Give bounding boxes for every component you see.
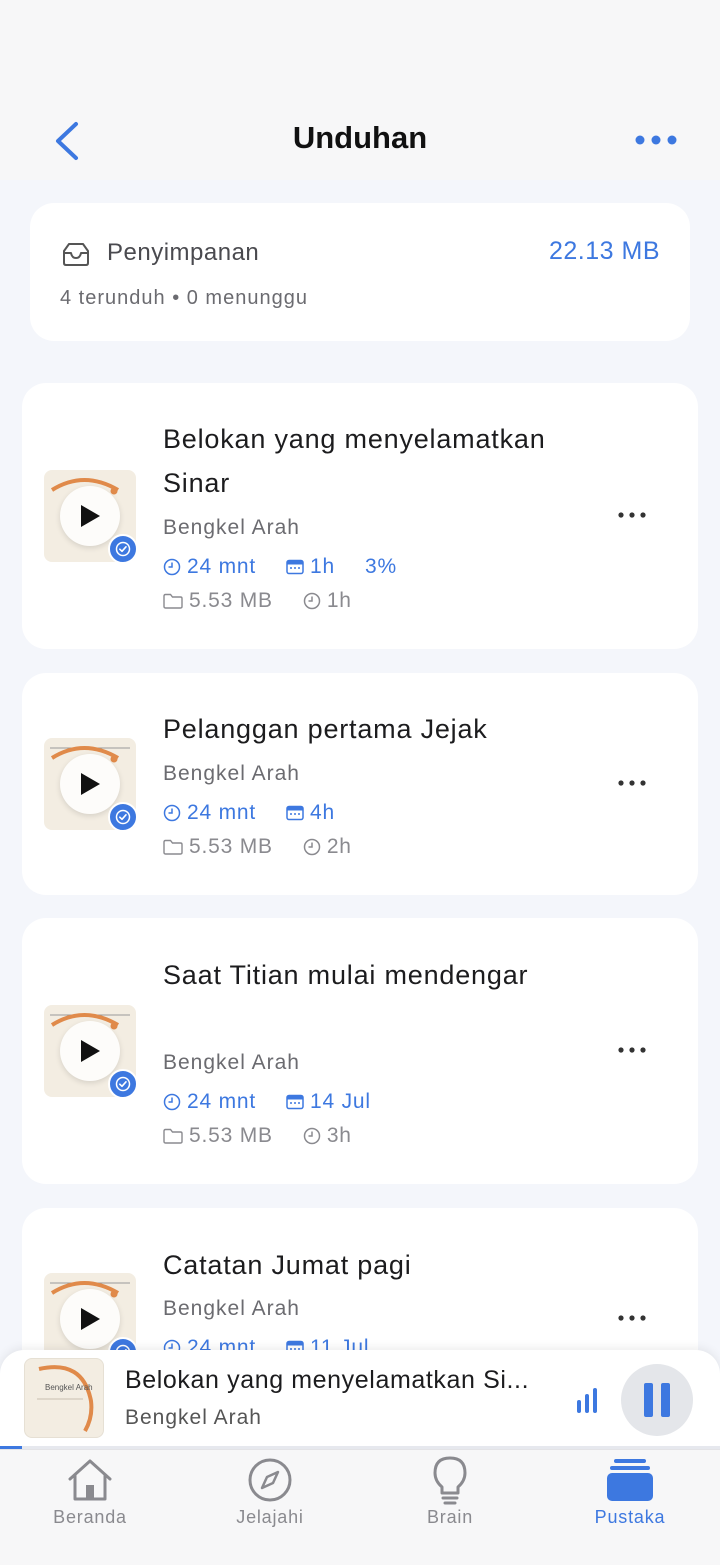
episode-thumbnail <box>44 1005 138 1099</box>
play-button[interactable] <box>60 754 120 814</box>
more-horizontal-icon <box>618 1315 646 1321</box>
page-title: Unduhan <box>292 120 428 155</box>
episode-more-button[interactable] <box>612 1035 652 1065</box>
episode-card[interactable]: Saat Titian mulai mendengar Bengkel Arah… <box>22 918 698 1184</box>
play-icon <box>81 773 100 795</box>
storage-size: 22.13 MB <box>548 237 660 265</box>
episode-more-button[interactable] <box>612 500 652 530</box>
more-horizontal-icon <box>618 1047 646 1053</box>
episode-thumbnail <box>44 470 138 564</box>
header: Unduhan <box>0 0 720 180</box>
downloaded-check-icon <box>108 802 138 832</box>
episode-card[interactable]: Belokan yang menyelamatkan Sinar Bengkel… <box>22 383 698 649</box>
more-horizontal-icon <box>618 512 646 518</box>
clock-icon <box>163 1093 181 1111</box>
episode-file-row: 5.53 MB 2h <box>163 835 382 859</box>
clock-icon <box>303 592 321 610</box>
clock-icon <box>303 1127 321 1145</box>
episode-title: Belokan yang menyelamatkan Sinar <box>163 424 546 498</box>
now-playing-thumb-text: Bengkel Arah <box>45 1383 93 1392</box>
calendar-icon <box>286 1094 304 1110</box>
storage-summary-card: Penyimpanan 22.13 MB 4 terunduh • 0 menu… <box>30 203 690 341</box>
download-status: 4 terunduh • 0 menunggu <box>60 287 308 309</box>
episode-author: Bengkel Arah <box>163 516 300 539</box>
file-size: 5.53 MB <box>189 589 273 612</box>
tab-label: Pustaka <box>594 1507 666 1527</box>
tab-label: Jelajahi <box>236 1507 304 1527</box>
downloaded-time: 2h <box>326 835 352 858</box>
storage-label: Penyimpanan <box>107 239 260 266</box>
episode-title: Catatan Jumat pagi <box>163 1250 412 1280</box>
pause-icon <box>644 1383 670 1417</box>
tab-label: Beranda <box>53 1507 127 1527</box>
listen-progress: 3% <box>364 555 397 578</box>
play-icon <box>81 1040 100 1062</box>
equalizer-icon <box>577 1388 597 1413</box>
episode-date: 4h <box>310 801 335 824</box>
file-size: 5.53 MB <box>189 1124 273 1147</box>
play-button[interactable] <box>60 486 120 546</box>
tab-brain[interactable]: Brain <box>360 1450 540 1550</box>
play-button[interactable] <box>60 1289 120 1349</box>
more-horizontal-icon <box>635 135 677 145</box>
home-icon <box>64 1454 116 1506</box>
episode-more-button[interactable] <box>612 768 652 798</box>
episode-duration: 24 mnt <box>187 555 256 578</box>
now-playing-author: Bengkel Arah <box>125 1406 262 1429</box>
clock-icon <box>163 558 181 576</box>
lightbulb-icon <box>424 1454 476 1506</box>
episode-meta-row: 24 mnt 4h <box>163 801 365 825</box>
clock-icon <box>163 804 181 822</box>
downloaded-check-icon <box>108 534 138 564</box>
mini-player[interactable]: Bengkel Arah Belokan yang menyelamatkan … <box>0 1350 720 1448</box>
play-button[interactable] <box>60 1021 120 1081</box>
episode-file-row: 5.53 MB 3h <box>163 1124 382 1148</box>
episode-meta-row: 24 mnt 1h 3% <box>163 555 427 579</box>
tab-label: Brain <box>426 1507 474 1527</box>
more-options-button[interactable] <box>630 122 682 158</box>
folder-icon <box>163 593 183 609</box>
episode-author: Bengkel Arah <box>163 1297 300 1320</box>
play-icon <box>81 1308 100 1330</box>
episode-meta-row: 24 mnt 14 Jul <box>163 1090 401 1114</box>
folder-icon <box>163 839 183 855</box>
compass-icon <box>244 1454 296 1506</box>
pause-button[interactable] <box>621 1364 693 1436</box>
bottom-tab-bar: Beranda Jelajahi Brain Pustaka <box>0 1449 720 1565</box>
clock-icon <box>303 838 321 856</box>
downloaded-time: 3h <box>326 1124 352 1147</box>
episode-author: Bengkel Arah <box>163 762 300 785</box>
episode-date: 14 Jul <box>310 1090 371 1113</box>
calendar-icon <box>286 559 304 575</box>
episode-card[interactable]: Pelanggan pertama Jejak Bengkel Arah 24 … <box>22 673 698 895</box>
downloaded-time: 1h <box>326 589 352 612</box>
now-playing-thumbnail: Bengkel Arah <box>24 1358 104 1438</box>
episode-author: Bengkel Arah <box>163 1051 300 1074</box>
episode-file-row: 5.53 MB 1h <box>163 589 382 613</box>
episode-duration: 24 mnt <box>187 801 256 824</box>
folder-icon <box>163 1128 183 1144</box>
episode-more-button[interactable] <box>612 1303 652 1333</box>
episode-title: Saat Titian mulai mendengar <box>163 960 529 990</box>
library-icon <box>604 1454 656 1506</box>
tab-jelajahi[interactable]: Jelajahi <box>180 1450 360 1550</box>
more-horizontal-icon <box>618 780 646 786</box>
episode-thumbnail <box>44 738 138 832</box>
episode-duration: 24 mnt <box>187 1090 256 1113</box>
episode-title: Pelanggan pertama Jejak <box>163 714 488 744</box>
now-playing-title: Belokan yang menyelamatkan Si... <box>125 1366 530 1394</box>
tab-pustaka[interactable]: Pustaka <box>540 1450 720 1550</box>
tab-beranda[interactable]: Beranda <box>0 1450 180 1550</box>
file-size: 5.53 MB <box>189 835 273 858</box>
calendar-icon <box>286 805 304 821</box>
play-icon <box>81 505 100 527</box>
episode-date: 1h <box>310 555 335 578</box>
inbox-tray-icon <box>63 243 89 266</box>
downloaded-check-icon <box>108 1069 138 1099</box>
